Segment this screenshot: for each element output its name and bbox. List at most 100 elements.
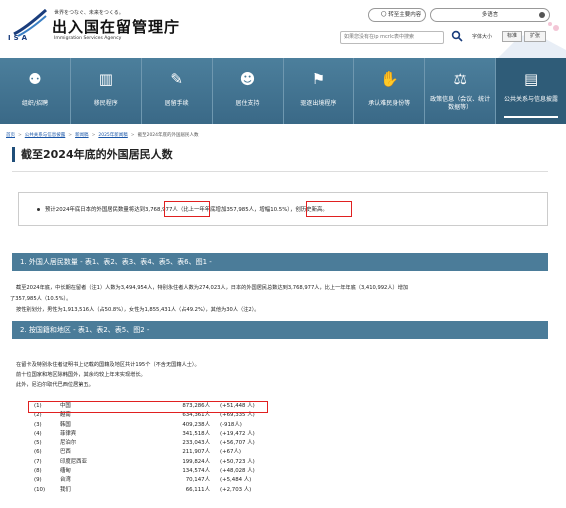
resident-count: 211,907人	[182, 449, 210, 456]
breadcrumb: 首页 > 公共关系与信息披露 > 新闻稿 >2025年新闻稿 > 截至2024年底的外国居民人…	[6, 132, 199, 138]
table-row: (6) 巴西 211,907人 (+67人)	[30, 448, 270, 457]
search-icon[interactable]	[451, 30, 463, 42]
yearly-change: (-918人)	[220, 421, 242, 428]
search-placeholder: 如果您没有在ip mcrlc表中搜索	[344, 34, 414, 40]
page-title: 截至2024年底的外国居民人数	[21, 148, 173, 161]
breadcrumb-home[interactable]: 首页	[6, 133, 15, 138]
nav-item-deportation[interactable]: ⚑ 驱逐出境程序	[284, 58, 355, 124]
breadcrumb-public-relations[interactable]: 公共关系与信息披露	[25, 133, 66, 138]
building-icon: ▥	[98, 70, 113, 88]
rank: (8)	[34, 468, 42, 475]
highlight-box-total	[164, 201, 210, 217]
org-name-en: Immigration Services Agency	[54, 36, 122, 41]
breadcrumb-current: 截至2024年底的外国居民人数	[137, 133, 199, 138]
country-name: 菲律宾	[60, 430, 77, 437]
person-support-icon: ☻	[239, 70, 256, 88]
resident-count: 233,043人	[182, 440, 210, 447]
font-standard-button[interactable]: 标准	[502, 31, 522, 42]
yearly-change: (+19,472 人)	[220, 430, 255, 437]
handshake-icon: ✋	[379, 70, 399, 88]
nav-item-refugee[interactable]: ✋ 承认难民身份等	[354, 58, 426, 124]
divider	[12, 171, 548, 172]
main-nav: ⚉ 组织/招聘 ▥ 移民程序 ✎ 居留手续 ☻ 居住支持 ⚑ 驱逐出境程序 ✋ …	[0, 58, 566, 124]
document-pen-icon: ✎	[170, 70, 183, 88]
nav-label: 政策信息（会议、统计数据等）	[430, 96, 491, 111]
section-heading-2: 2. 按国籍和地区 - 表1、表2、表5、图2 -	[12, 321, 548, 339]
deportation-icon: ⚑	[311, 70, 326, 88]
title-accent-bar	[12, 147, 15, 162]
summary-before: 预计2024年底日本的外国居民数量将达到	[45, 207, 145, 213]
nav-item-organization[interactable]: ⚉ 组织/招聘	[0, 58, 71, 124]
nav-item-residence[interactable]: ✎ 居留手续	[142, 58, 213, 124]
nav-item-immigration[interactable]: ▥ 移民程序	[71, 58, 142, 124]
highlight-box-rate	[306, 201, 352, 217]
site-header: ISA 世界をつなぐ、未来をつくる。 出入国在留管理庁 Immigration …	[0, 0, 566, 58]
nationality-ranking-table: (1) 中国 873,286人 (+51,448 人) (2) 越南 634,361人 (+…	[30, 402, 270, 495]
breadcrumb-separator: >	[91, 133, 96, 138]
gavel-icon: ⚖	[453, 70, 467, 88]
nav-item-policy[interactable]: ⚖ 政策信息（会议、统计数据等）	[425, 58, 497, 124]
section2-para2: 前十位国家和地区除韩国外，其余均较上年末实现增长。	[16, 372, 146, 378]
nav-item-public-relations[interactable]: ▤ 公共关系与信息披露	[496, 58, 566, 124]
resident-count: 134,574人	[182, 468, 210, 475]
nav-item-living-support[interactable]: ☻ 居住支持	[213, 58, 284, 124]
table-row: (9) 台湾 70,147人 (+5,484 人)	[30, 476, 270, 485]
notebook-icon: ▤	[523, 70, 539, 88]
breadcrumb-press-2025[interactable]: 2025年新闻稿	[98, 133, 127, 138]
section2-para3: 此外，尼泊尔取代巴西位居第五。	[16, 382, 94, 388]
search-input[interactable]: 如果您没有在ip mcrlc表中搜索	[340, 31, 444, 44]
yearly-change: (+5,484 人)	[220, 477, 252, 484]
table-row: (4) 菲律宾 341,518人 (+19,472 人)	[30, 430, 270, 439]
breadcrumb-separator: >	[130, 133, 135, 138]
font-size-label: 字体大小	[472, 34, 493, 40]
rank: (5)	[34, 440, 42, 447]
country-name: 台湾	[60, 477, 71, 484]
resident-count: 70,147人	[185, 477, 210, 484]
summary-rate: 增幅10.5%）	[259, 207, 291, 213]
table-row: (8) 缅甸 134,574人 (+48,028 人)	[30, 467, 270, 476]
resident-count: 199,824人	[182, 458, 210, 465]
country-name: 缅甸	[60, 468, 71, 475]
rank: (7)	[34, 458, 42, 465]
section1-para2: 了357,985人（10.5%）。	[10, 296, 72, 302]
yearly-change: (+50,723 人)	[220, 458, 255, 465]
rank: (4)	[34, 430, 42, 437]
summary-box: 预计2024年底日本的外国居民数量将达到3,768,977人（比上一年年底增加3…	[18, 192, 548, 226]
nav-label: 公共关系与信息披露	[504, 96, 559, 103]
country-name: 韩国	[60, 421, 71, 428]
breadcrumb-separator: >	[68, 133, 73, 138]
resident-count: 341,518人	[182, 430, 210, 437]
breadcrumb-press[interactable]: 新闻稿	[75, 133, 89, 138]
country-name: 巴西	[60, 449, 71, 456]
nav-label: 居住支持	[235, 100, 260, 107]
rank: (9)	[34, 477, 42, 484]
country-name: 尼泊尔	[60, 440, 77, 447]
skip-label: 〇 转至主要内容	[381, 12, 422, 18]
yearly-change: (+67人)	[220, 449, 241, 456]
org-name[interactable]: 出入国在留管理庁	[52, 16, 180, 37]
breadcrumb-separator: >	[18, 133, 22, 138]
section-heading-1: 1. 外国人居民数量 - 表1、表2、表3、表4、表5、表6、图1 -	[12, 253, 548, 271]
rank: (10)	[34, 486, 46, 493]
country-name: 印度尼西亚	[60, 458, 87, 465]
resident-count: 409,238人	[182, 421, 210, 428]
country-name: 我们	[60, 486, 71, 493]
skip-to-content-button[interactable]: 〇 转至主要内容	[368, 8, 426, 22]
font-large-button[interactable]: 扩张	[524, 31, 546, 42]
rank: (6)	[34, 449, 42, 456]
gear-icon	[539, 12, 545, 18]
yearly-change: (+2,703 人)	[220, 486, 252, 493]
language-label: 多语言	[481, 12, 499, 18]
section2-para1: 在留卡及特别永住者证明书上记载的国籍及地区共计195个（不含无国籍人士）。	[16, 362, 200, 368]
nav-label: 移民程序	[93, 100, 118, 107]
people-icon: ⚉	[28, 70, 42, 88]
yearly-change: (+56,707 人)	[220, 440, 255, 447]
page-title-block: 截至2024年底的外国居民人数	[12, 145, 548, 167]
logo-tagline: 世界をつなぐ、未来をつくる。	[54, 10, 124, 16]
bullet-icon	[37, 208, 40, 211]
table-row: (10) 我们 66,111人 (+2,703 人)	[30, 486, 270, 495]
yearly-change: (+48,028 人)	[220, 468, 255, 475]
table-row: (3) 韩国 409,238人 (-918人)	[30, 421, 270, 430]
table-row: (5) 尼泊尔 233,043人 (+56,707 人)	[30, 439, 270, 448]
section1-para1: 截至2024年底，中长期在留者（注1）人数为3,494,954人，特别永住者人数…	[16, 285, 409, 291]
